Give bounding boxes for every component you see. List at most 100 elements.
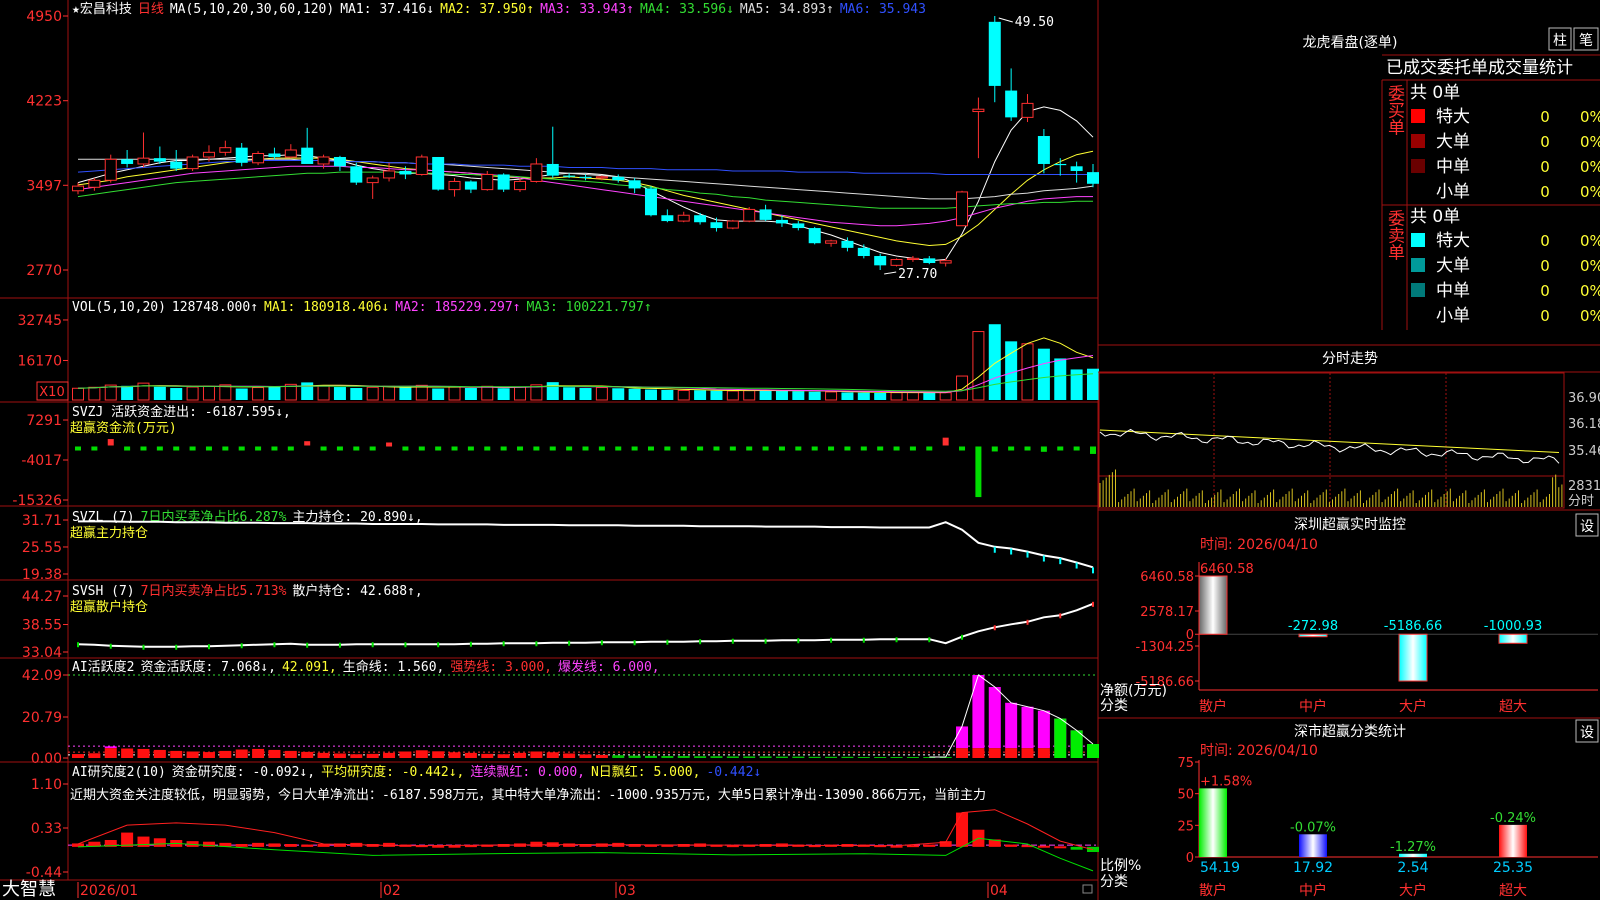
volume-bar-up [825, 391, 838, 401]
indicator-item: 连续飘红: 0.000, [470, 764, 585, 780]
candle-up [939, 260, 952, 264]
fund-flow-bar-out [680, 446, 687, 451]
volume-bar-down [1070, 369, 1083, 400]
volume-bar-down [563, 387, 576, 400]
activity-bar-red [874, 757, 887, 758]
indicator-item: 日线 [138, 2, 164, 17]
activity-bar-red [153, 749, 166, 758]
volume-bar-up [317, 385, 330, 401]
research-bar-up [530, 841, 543, 847]
candle-up [104, 158, 117, 181]
candle-up [415, 156, 428, 175]
legend-swatch [1411, 233, 1425, 247]
volume-bar-up [890, 392, 903, 401]
candle-up [726, 220, 739, 229]
activity-bar-red [775, 756, 788, 758]
indicator-item: MA2: 185229.297↑ [395, 300, 520, 315]
candle-down [644, 188, 657, 216]
volume-bar-down [775, 390, 788, 400]
fund-flow-bar-out [647, 446, 654, 451]
fund-flow-bar-in [107, 439, 114, 446]
retail-tick [928, 637, 931, 643]
activity-bar-red [88, 753, 101, 758]
activity-bar-red [432, 751, 445, 758]
research-bar-up [1037, 845, 1050, 848]
candle-down [988, 21, 1001, 86]
research-bar-up [1005, 844, 1018, 847]
y-tick-label: 0.33 [31, 821, 62, 837]
candle-down [808, 228, 821, 244]
retail-tick [699, 639, 702, 645]
candle-up [284, 149, 297, 158]
research-bar-up [268, 843, 281, 847]
retail-tick [568, 640, 571, 646]
fund-flow-bar-out [778, 446, 785, 451]
net-amount-bar [1198, 575, 1228, 635]
candle-up [956, 191, 969, 227]
retail-tick [273, 642, 276, 648]
bar-view-button-label[interactable]: 柱 [1553, 33, 1567, 49]
fund-flow-bar-out [1024, 446, 1031, 451]
fund-flow-bar-out [369, 446, 376, 451]
fund-flow-bar-out [582, 446, 589, 451]
activity-bar-red [497, 754, 510, 758]
order-percent: 0% [1580, 108, 1600, 126]
volume-bar-down [710, 390, 723, 400]
dragon-header: 已成交委托单成交量统计 [1386, 58, 1573, 78]
activity-bar-red [612, 755, 625, 758]
retail-tick [207, 644, 210, 650]
candle-down [628, 180, 641, 189]
volume-bar-down [432, 388, 445, 400]
candle-down [694, 215, 707, 223]
order-count: 0 [1540, 158, 1550, 176]
activity-bar-red [170, 750, 183, 758]
class-settings-button-label[interactable]: 设 [1580, 725, 1594, 741]
class-y-tick: 0 [1186, 851, 1194, 866]
candle-down [710, 222, 723, 229]
intraday-volume-unit: 分时 [1568, 494, 1594, 509]
retail-tick [338, 642, 341, 648]
candle-up [972, 108, 985, 113]
indicator-item: MA1: 37.416↓ [340, 2, 434, 17]
candle-up [514, 180, 527, 191]
order-percent: 0% [1580, 282, 1600, 300]
fund-flow-bar-out [1057, 446, 1064, 451]
fund-flow-bar-out [1040, 446, 1047, 452]
fund-flow-bar-out [664, 446, 671, 451]
class-x-label: 分类 [1100, 874, 1128, 890]
sell-total: 共 0单 [1410, 207, 1460, 227]
activity-bar-red [825, 756, 838, 758]
intraday-plot-frame [1098, 372, 1565, 509]
y-tick-label: 19.38 [22, 567, 62, 583]
tick-view-button-label[interactable]: 笔 [1579, 33, 1593, 49]
time-axis-label: 03 [618, 883, 636, 899]
activity-bar-red [301, 751, 314, 758]
fund-flow-bar-out [795, 446, 802, 451]
volume-bar-down [628, 388, 641, 400]
volume-bar-down [644, 389, 657, 400]
dragon-title: 龙虎看盘(逐单) [1303, 34, 1398, 51]
fund-flow-bar-out [746, 446, 753, 451]
volume-bar-down [579, 388, 592, 400]
order-count: 0 [1540, 282, 1550, 300]
fund-flow-bar-out [828, 446, 835, 451]
retail-tick [961, 634, 964, 640]
activity-bar-red [644, 755, 657, 758]
monitor-settings-button-label[interactable]: 设 [1580, 519, 1594, 535]
volume-bar-up [366, 386, 379, 401]
class-category: 超大 [1499, 883, 1527, 899]
class-y-tick: 75 [1177, 756, 1194, 771]
indicator-item: 爆发线: 6.000, [558, 659, 660, 675]
indicator-item: SVSH (7) [72, 584, 135, 599]
fund-flow-bar-out [877, 446, 884, 451]
activity-bar-red [448, 752, 461, 758]
candle-down [775, 219, 788, 224]
fund-flow-bar-out [418, 446, 425, 451]
class-y-tick: 50 [1177, 788, 1194, 803]
volume-bar-up [186, 386, 199, 401]
candle-up [137, 157, 150, 165]
activity-bar-red [841, 756, 854, 758]
indicator-item: 128748.000↑ [172, 300, 258, 315]
order-count: 0 [1540, 257, 1550, 275]
retail-tick [633, 640, 636, 646]
